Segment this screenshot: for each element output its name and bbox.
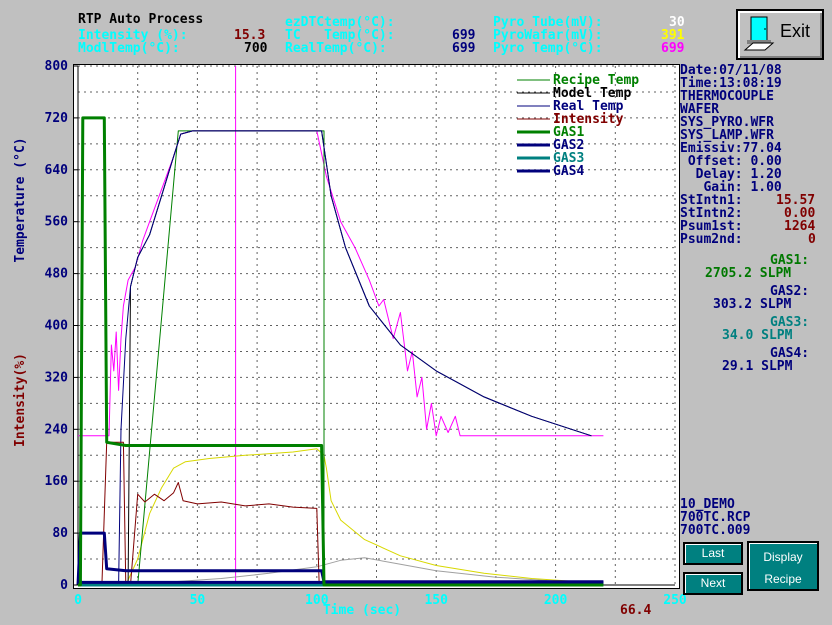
gas4-value: 29.1 SLPM — [722, 359, 793, 374]
gas2-value: 303.2 SLPM — [713, 297, 792, 312]
modl-temp-label: ModlTemp(°C): — [78, 41, 180, 56]
last-button[interactable]: Last — [683, 542, 743, 565]
gas3-value: 34.0 SLPM — [722, 328, 793, 343]
gas1-value: 2705.2 SLPM — [705, 266, 792, 281]
next-button[interactable]: Next — [683, 572, 743, 595]
x-tick-label: 250 — [663, 593, 687, 608]
display-recipe-label-1: Display — [763, 550, 803, 564]
chart-panel — [73, 64, 680, 589]
x-tick-label: 150 — [424, 593, 448, 608]
next-button-label: Next — [700, 576, 726, 590]
window-title: RTP Auto Process — [78, 12, 204, 27]
y-tick-label: 480 — [45, 267, 69, 282]
y-tick-label: 640 — [45, 163, 69, 178]
data-file: 700TC.009 — [680, 523, 751, 538]
x-axis-label: Time (sec) — [323, 603, 401, 618]
y-tick-label: 240 — [45, 422, 69, 437]
status-value: 66.4 — [620, 603, 652, 618]
y-tick-label: 560 — [45, 215, 69, 230]
y-tick-label: 800 — [45, 59, 69, 74]
y-tick-label: 160 — [45, 474, 69, 489]
x-tick-label: 50 — [190, 593, 206, 608]
y-axis-label-temperature: Temperature (°C) — [13, 137, 28, 262]
y-tick-label: 320 — [45, 370, 69, 385]
x-tick-label: 200 — [544, 593, 568, 608]
y-tick-label: 720 — [45, 111, 69, 126]
y-tick-label: 400 — [45, 319, 69, 334]
pyro-temp-label: Pyro Temp(°C): — [493, 41, 603, 56]
x-tick-label: 0 — [74, 593, 82, 608]
psum2-value: 0 — [808, 232, 816, 247]
last-button-label: Last — [701, 546, 725, 560]
exit-door-icon — [743, 16, 775, 51]
display-recipe-button[interactable]: Display Recipe — [747, 541, 819, 591]
y-tick-label: 80 — [52, 526, 68, 541]
pyro-temp-value: 699 — [661, 41, 685, 56]
psum2-label: Psum2nd: — [680, 232, 743, 247]
modl-temp-value: 700 — [244, 41, 268, 56]
real-temp-label: RealTemp(°C): — [285, 41, 387, 56]
exit-label: Exit — [780, 21, 811, 41]
x-tick-label: 100 — [305, 593, 329, 608]
real-temp-value: 699 — [452, 41, 476, 56]
y-tick-label: 0 — [60, 578, 68, 593]
y-axis-label-intensity: Intensity(%) — [13, 353, 28, 447]
display-recipe-label-2: Recipe — [764, 572, 802, 586]
exit-button[interactable]: Exit — [736, 9, 824, 60]
